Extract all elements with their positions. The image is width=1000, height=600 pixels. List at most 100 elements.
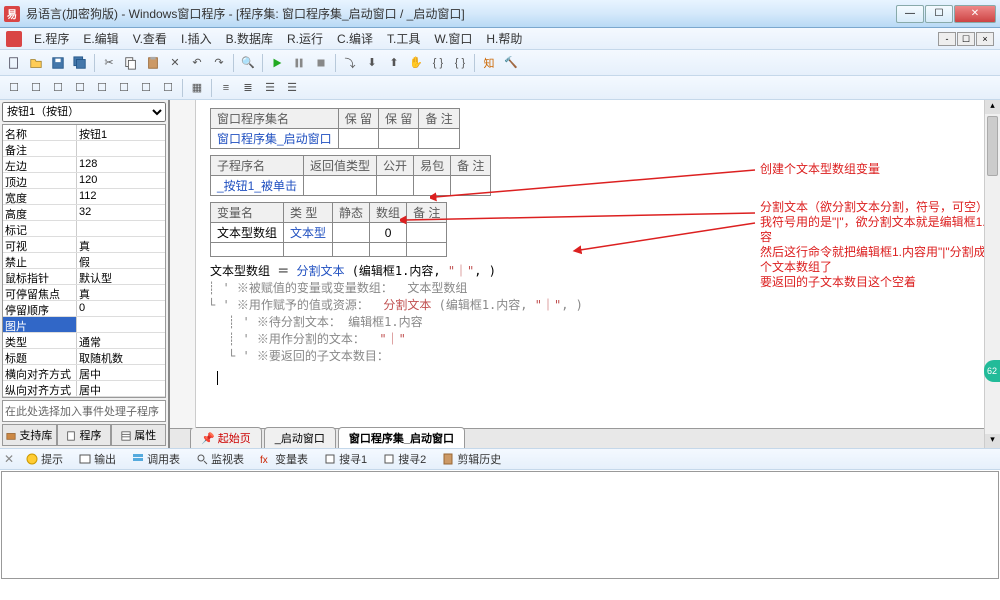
panel4-icon[interactable]: ☐ (70, 78, 90, 98)
prop-row[interactable]: 可视真 (3, 237, 165, 253)
panel2-icon[interactable]: ☐ (26, 78, 46, 98)
prop-row[interactable]: 禁止假 (3, 253, 165, 269)
prop-row[interactable]: 标题取随机数 (3, 349, 165, 365)
prop-row[interactable]: 宽度112 (3, 189, 165, 205)
document-tabs: 📌 起始页 _启动窗口 窗口程序集_启动窗口 (170, 428, 1000, 448)
cut-icon[interactable]: ✂ (99, 53, 119, 73)
paste-icon[interactable] (143, 53, 163, 73)
prop-row[interactable]: 类型通常 (3, 333, 165, 349)
vertical-scrollbar[interactable]: ▴ ▾ (984, 100, 1000, 448)
undo-icon[interactable]: ↶ (187, 53, 207, 73)
property-grid[interactable]: 名称按钮1备注左边128顶边120宽度112高度32标记可视真禁止假鼠标指针默认… (2, 124, 166, 398)
mdi-close-button[interactable]: × (976, 32, 994, 46)
stepout-icon[interactable]: ⬆ (384, 53, 404, 73)
breakpoint-icon[interactable]: ✋ (406, 53, 426, 73)
outtab-hint[interactable]: 提示 (22, 449, 67, 469)
prop-row[interactable]: 可停留焦点真 (3, 285, 165, 301)
align4-icon[interactable]: ☰ (282, 78, 302, 98)
outtab-output[interactable]: 输出 (75, 449, 120, 469)
side-badge[interactable]: 62 (984, 360, 1000, 382)
doctab-window[interactable]: _启动窗口 (264, 427, 336, 448)
output-panel[interactable] (1, 471, 999, 579)
minimize-button[interactable]: — (896, 5, 924, 23)
panel6-icon[interactable]: ☐ (114, 78, 134, 98)
prop-row[interactable]: 名称按钮1 (3, 125, 165, 141)
stop-icon[interactable] (311, 53, 331, 73)
hammer-icon[interactable]: 🔨 (501, 53, 521, 73)
code-line-assign[interactable]: 文本型数组 ＝ 分割文本 (编辑框1.内容, "｜", ) (210, 263, 992, 280)
close-button[interactable]: ✕ (954, 5, 996, 23)
doctab-assembly[interactable]: 窗口程序集_启动窗口 (338, 427, 465, 448)
subroutine-table: 子程序名返回值类型公开易包备 注 _按钮1_被单击 (210, 155, 491, 196)
code-cursor-line[interactable] (210, 369, 992, 386)
saveall-icon[interactable] (70, 53, 90, 73)
outtab-watch[interactable]: 监视表 (192, 449, 248, 469)
menu-insert[interactable]: I.插入 (175, 28, 218, 49)
prop-row[interactable]: 横向对齐方式居中 (3, 365, 165, 381)
stepin-icon[interactable]: ⬇ (362, 53, 382, 73)
panel3-icon[interactable]: ☐ (48, 78, 68, 98)
outtab-search1[interactable]: 搜寻1 (320, 449, 371, 469)
menu-edit[interactable]: E.编辑 (77, 28, 124, 49)
code-editor[interactable]: 窗口程序集名保 留保 留备 注 窗口程序集_启动窗口 子程序名返回值类型公开易包… (170, 100, 1000, 448)
prop-row[interactable]: 图片 (3, 317, 165, 333)
align3-icon[interactable]: ☰ (260, 78, 280, 98)
panel5-icon[interactable]: ☐ (92, 78, 112, 98)
menu-bar: E.程序 E.编辑 V.查看 I.插入 B.数据库 R.运行 C.编译 T.工具… (0, 28, 1000, 50)
align2-icon[interactable]: ≣ (238, 78, 258, 98)
code-comment-5: └ ' ※要返回的子文本数目： (228, 348, 992, 365)
outtab-clip[interactable]: 剪辑历史 (438, 449, 505, 469)
prop-row[interactable]: 标记 (3, 221, 165, 237)
object-selector[interactable]: 按钮1（按钮） (2, 102, 166, 122)
prop-row[interactable]: 左边128 (3, 157, 165, 173)
outtab-vars[interactable]: fx变量表 (256, 449, 312, 469)
prop-row[interactable]: 高度32 (3, 205, 165, 221)
outtab-search2[interactable]: 搜寻2 (379, 449, 430, 469)
pause-icon[interactable] (289, 53, 309, 73)
prop-row[interactable]: 备注 (3, 141, 165, 157)
panel7-icon[interactable]: ☐ (136, 78, 156, 98)
menu-program[interactable]: E.程序 (28, 28, 75, 49)
braces2-icon[interactable]: { } (450, 53, 470, 73)
panel1-icon[interactable]: ☐ (4, 78, 24, 98)
tab-program[interactable]: 程序 (57, 424, 112, 446)
panel8-icon[interactable]: ☐ (158, 78, 178, 98)
prop-row[interactable]: 顶边120 (3, 173, 165, 189)
outtab-callstack[interactable]: 调用表 (128, 449, 184, 469)
stepover-icon[interactable]: ⤵ (340, 53, 360, 73)
find-icon[interactable]: 🔍 (238, 53, 258, 73)
menu-tools[interactable]: T.工具 (381, 28, 426, 49)
save-icon[interactable] (48, 53, 68, 73)
menu-view[interactable]: V.查看 (127, 28, 173, 49)
event-selector-hint[interactable]: 在此处选择加入事件处理子程序 (2, 400, 166, 422)
code-comment-2: └ ' ※用作赋予的值或资源： 分割文本 (编辑框1.内容, "｜", ) (208, 297, 992, 314)
open-icon[interactable] (26, 53, 46, 73)
variable-table: 变量名类 型静态数组备 注 文本型数组文本型0 (210, 202, 447, 257)
mdi-minimize-button[interactable]: - (938, 32, 956, 46)
prop-row[interactable]: 停留顺序0 (3, 301, 165, 317)
menu-help[interactable]: H.帮助 (480, 28, 528, 49)
new-icon[interactable] (4, 53, 24, 73)
doctab-start[interactable]: 📌 起始页 (190, 427, 262, 448)
knowledge-icon[interactable]: 知 (479, 53, 499, 73)
menu-compile[interactable]: C.编译 (331, 28, 379, 49)
delete-icon[interactable]: ✕ (165, 53, 185, 73)
menu-window[interactable]: W.窗口 (428, 28, 478, 49)
braces-icon[interactable]: { } (428, 53, 448, 73)
window-titlebar: 易 易语言(加密狗版) - Windows窗口程序 - [程序集: 窗口程序集_… (0, 0, 1000, 28)
prop-row[interactable]: 鼠标指针默认型 (3, 269, 165, 285)
tab-support-lib[interactable]: 支持库 (2, 424, 57, 446)
grid-icon[interactable]: ▦ (187, 78, 207, 98)
app-icon: 易 (4, 6, 20, 22)
redo-icon[interactable]: ↷ (209, 53, 229, 73)
maximize-button[interactable]: ☐ (925, 5, 953, 23)
mdi-restore-button[interactable]: ☐ (957, 32, 975, 46)
align1-icon[interactable]: ≡ (216, 78, 236, 98)
tab-properties[interactable]: 属性 (111, 424, 166, 446)
menu-run[interactable]: R.运行 (281, 28, 329, 49)
prop-row[interactable]: 纵向对齐方式居中 (3, 381, 165, 397)
copy-icon[interactable] (121, 53, 141, 73)
menu-database[interactable]: B.数据库 (220, 28, 279, 49)
code-comment-4: ┊ ' ※用作分割的文本： "｜" (228, 331, 992, 348)
run-icon[interactable] (267, 53, 287, 73)
